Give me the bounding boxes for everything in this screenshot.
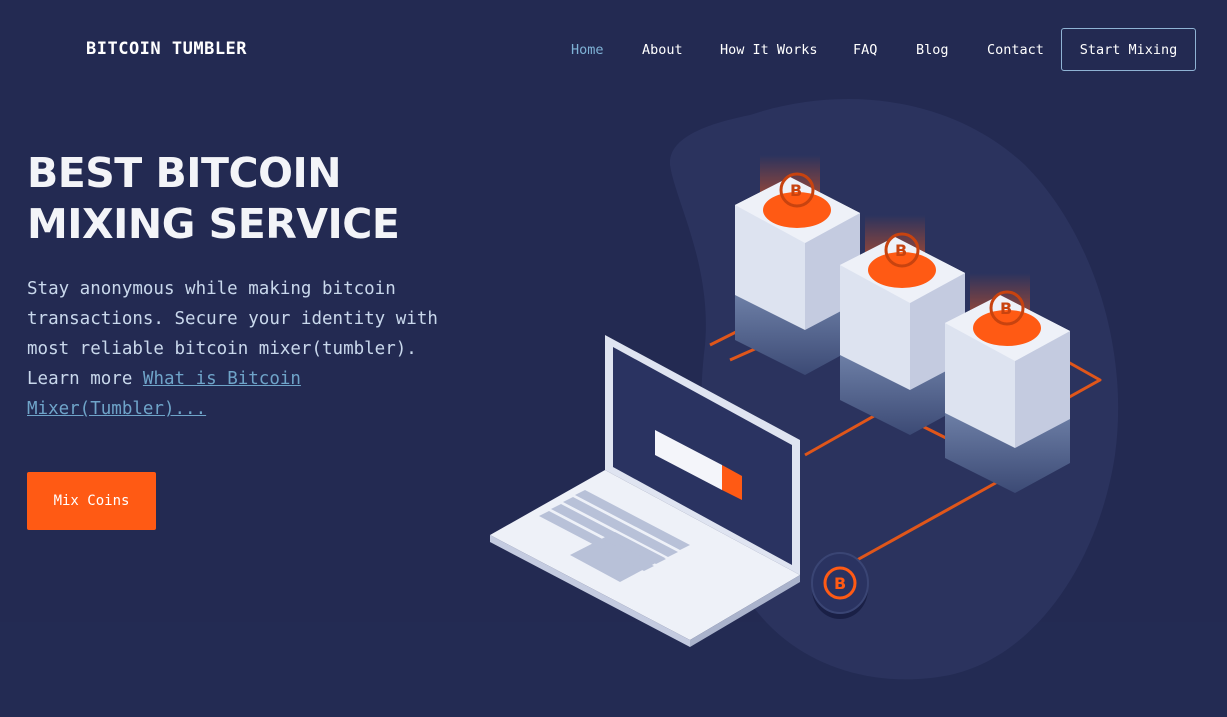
hero-illustration: B B B B: [490, 99, 1119, 680]
brand-logo[interactable]: BITCOIN TUMBLER: [86, 39, 247, 59]
coin-symbol-1: B: [790, 181, 802, 200]
nav-faq[interactable]: FAQ: [853, 42, 877, 58]
coin-symbol-3: B: [1000, 299, 1012, 318]
nav-about[interactable]: About: [642, 42, 683, 58]
nav-how-it-works[interactable]: How It Works: [720, 42, 818, 58]
bitcoin-coin-icon: B: [811, 552, 869, 619]
nav-home[interactable]: Home: [571, 42, 604, 58]
page: BITCOIN TUMBLER Home About How It Works …: [0, 0, 1227, 717]
coin-symbol-main: B: [834, 574, 846, 593]
nav-contact[interactable]: Contact: [987, 42, 1044, 58]
nav-blog[interactable]: Blog: [916, 42, 949, 58]
coin-symbol-2: B: [895, 241, 907, 260]
hero-title: BEST BITCOIN MIXING SERVICE: [27, 148, 400, 250]
start-mixing-button[interactable]: Start Mixing: [1061, 28, 1196, 71]
hero-description: Stay anonymous while making bitcoin tran…: [27, 274, 467, 424]
mix-coins-button[interactable]: Mix Coins: [27, 472, 156, 530]
hero-title-line-2: MIXING SERVICE: [27, 200, 400, 248]
hero-title-line-1: BEST BITCOIN: [27, 149, 342, 197]
